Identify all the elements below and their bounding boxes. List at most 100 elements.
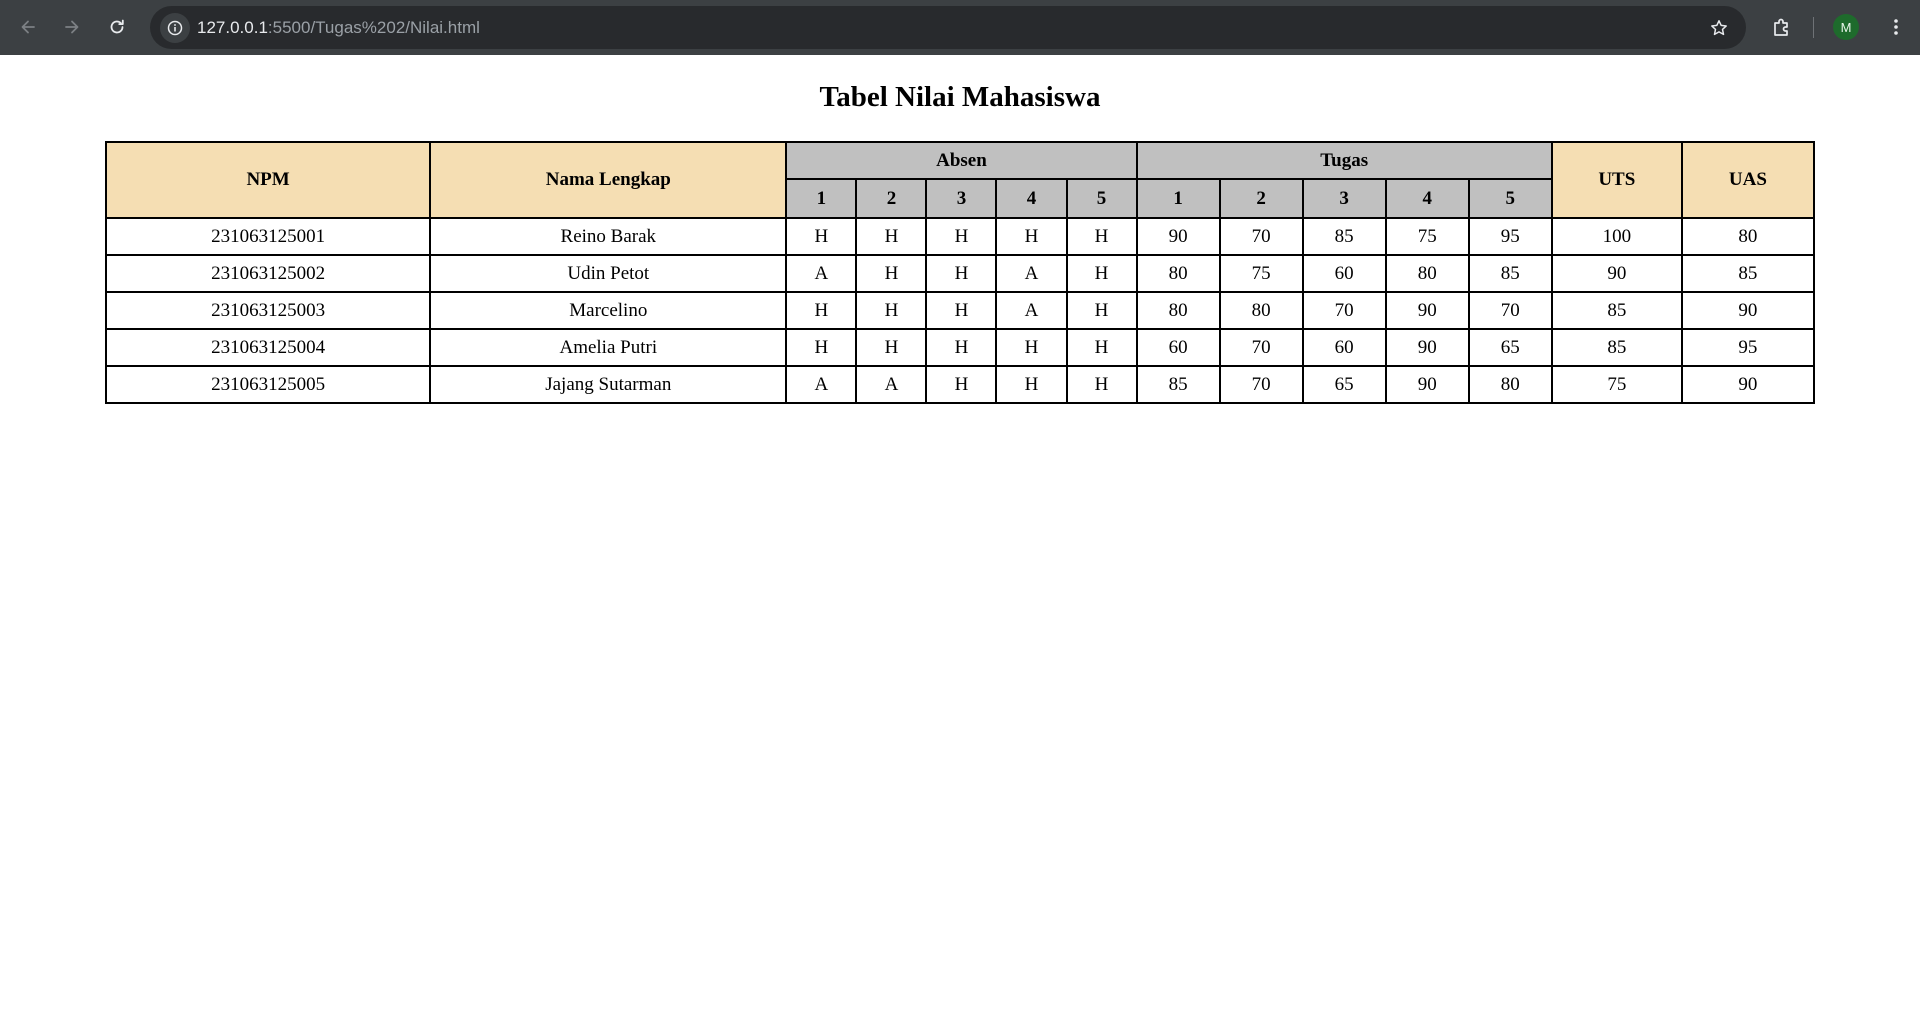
- cell-uas: 80: [1680, 217, 1816, 256]
- site-info-button[interactable]: [160, 13, 190, 43]
- cell-tugas: 80: [1467, 365, 1553, 404]
- cell-tugas: 70: [1218, 217, 1304, 256]
- page-title: Tabel Nilai Mahasiswa: [819, 81, 1101, 113]
- cell-tugas: 95: [1467, 217, 1553, 256]
- cell-tugas: 80: [1218, 291, 1304, 330]
- table-header-row: NPM Nama Lengkap Absen Tugas UTS UAS: [104, 141, 1816, 219]
- header-tugas-1: 1: [1135, 178, 1221, 219]
- cell-tugas: 80: [1135, 254, 1221, 293]
- cell-absen: H: [1065, 254, 1138, 293]
- cell-tugas: 80: [1135, 291, 1221, 330]
- cell-absen: H: [1065, 217, 1138, 256]
- more-vertical-icon: [1894, 19, 1898, 35]
- table-row: 231063125002 Udin Petot A H H A H 80 75 …: [104, 254, 1816, 293]
- cell-absen: H: [1065, 291, 1138, 330]
- header-absen-4: 4: [995, 178, 1068, 219]
- header-tugas: Tugas: [1135, 141, 1553, 180]
- cell-uts: 75: [1550, 365, 1683, 404]
- cell-tugas: 70: [1218, 365, 1304, 404]
- cell-absen: H: [855, 291, 928, 330]
- back-button[interactable]: [12, 11, 44, 43]
- cell-absen: H: [925, 365, 998, 404]
- url-text[interactable]: 127.0.0.1:5500/Tugas%202/Nilai.html: [197, 18, 480, 38]
- cell-absen: H: [855, 217, 928, 256]
- cell-tugas: 75: [1218, 254, 1304, 293]
- cell-uts: 90: [1550, 254, 1683, 293]
- table-row: 231063125005 Jajang Sutarman A A H H H 8…: [104, 365, 1816, 404]
- forward-button[interactable]: [56, 11, 88, 43]
- star-icon: [1711, 20, 1727, 36]
- puzzle-icon: [1774, 18, 1788, 36]
- cell-uts: 100: [1550, 217, 1683, 256]
- reload-button[interactable]: [101, 11, 133, 43]
- table-row: 231063125001 Reino Barak H H H H H 90 70…: [104, 217, 1816, 256]
- table-row: 231063125003 Marcelino H H H A H 80 80 7…: [104, 291, 1816, 330]
- cell-tugas: 90: [1384, 365, 1470, 404]
- cell-nama: Marcelino: [429, 291, 788, 330]
- cell-absen: H: [925, 217, 998, 256]
- header-uts: UTS: [1550, 141, 1683, 219]
- cell-uas: 95: [1680, 328, 1816, 367]
- cell-absen: H: [855, 254, 928, 293]
- cell-uts: 85: [1550, 291, 1683, 330]
- cell-absen: H: [925, 291, 998, 330]
- cell-absen: A: [995, 254, 1068, 293]
- address-bar[interactable]: 127.0.0.1:5500/Tugas%202/Nilai.html: [150, 6, 1746, 49]
- cell-tugas: 70: [1218, 328, 1304, 367]
- cell-uts: 85: [1550, 328, 1683, 367]
- url-path: :5500/Tugas%202/Nilai.html: [267, 18, 480, 37]
- cell-nama: Reino Barak: [429, 217, 788, 256]
- cell-absen: H: [925, 328, 998, 367]
- cell-absen: H: [995, 217, 1068, 256]
- cell-npm: 231063125004: [104, 328, 432, 367]
- cell-tugas: 75: [1384, 217, 1470, 256]
- cell-npm: 231063125005: [104, 365, 432, 404]
- cell-absen: A: [785, 254, 858, 293]
- cell-absen: H: [785, 328, 858, 367]
- header-absen-1: 1: [785, 178, 858, 219]
- table-row: 231063125004 Amelia Putri H H H H H 60 7…: [104, 328, 1816, 367]
- header-npm: NPM: [104, 141, 432, 219]
- cell-tugas: 90: [1384, 328, 1470, 367]
- profile-avatar[interactable]: M: [1833, 14, 1859, 40]
- header-absen: Absen: [785, 141, 1138, 180]
- cell-absen: H: [1065, 365, 1138, 404]
- cell-tugas: 85: [1301, 217, 1387, 256]
- cell-nama: Udin Petot: [429, 254, 788, 293]
- cell-tugas: 90: [1384, 291, 1470, 330]
- grades-table: NPM Nama Lengkap Absen Tugas UTS UAS 1 2…: [104, 141, 1816, 404]
- cell-tugas: 70: [1301, 291, 1387, 330]
- header-tugas-2: 2: [1218, 178, 1304, 219]
- cell-tugas: 80: [1384, 254, 1470, 293]
- cell-absen: H: [995, 328, 1068, 367]
- cell-tugas: 65: [1467, 328, 1553, 367]
- cell-tugas: 60: [1301, 254, 1387, 293]
- cell-absen: A: [785, 365, 858, 404]
- header-nama-lengkap: Nama Lengkap: [429, 141, 788, 219]
- extensions-button[interactable]: [1766, 11, 1798, 43]
- cell-absen: H: [995, 365, 1068, 404]
- toolbar-divider: [1813, 17, 1814, 38]
- reload-icon: [110, 19, 124, 34]
- header-absen-5: 5: [1065, 178, 1138, 219]
- cell-tugas: 85: [1135, 365, 1221, 404]
- cell-absen: H: [925, 254, 998, 293]
- arrow-right-icon: [65, 20, 79, 34]
- cell-nama: Amelia Putri: [429, 328, 788, 367]
- cell-tugas: 85: [1467, 254, 1553, 293]
- cell-uas: 90: [1680, 291, 1816, 330]
- header-absen-3: 3: [925, 178, 998, 219]
- cell-npm: 231063125003: [104, 291, 432, 330]
- header-uas: UAS: [1680, 141, 1816, 219]
- header-tugas-4: 4: [1384, 178, 1470, 219]
- cell-nama: Jajang Sutarman: [429, 365, 788, 404]
- cell-absen: H: [785, 291, 858, 330]
- cell-absen: H: [1065, 328, 1138, 367]
- header-tugas-5: 5: [1467, 178, 1553, 219]
- browser-menu-button[interactable]: [1880, 11, 1912, 43]
- arrow-left-icon: [21, 20, 35, 34]
- cell-tugas: 65: [1301, 365, 1387, 404]
- cell-npm: 231063125001: [104, 217, 432, 256]
- cell-absen: A: [995, 291, 1068, 330]
- bookmark-button[interactable]: [1706, 15, 1732, 41]
